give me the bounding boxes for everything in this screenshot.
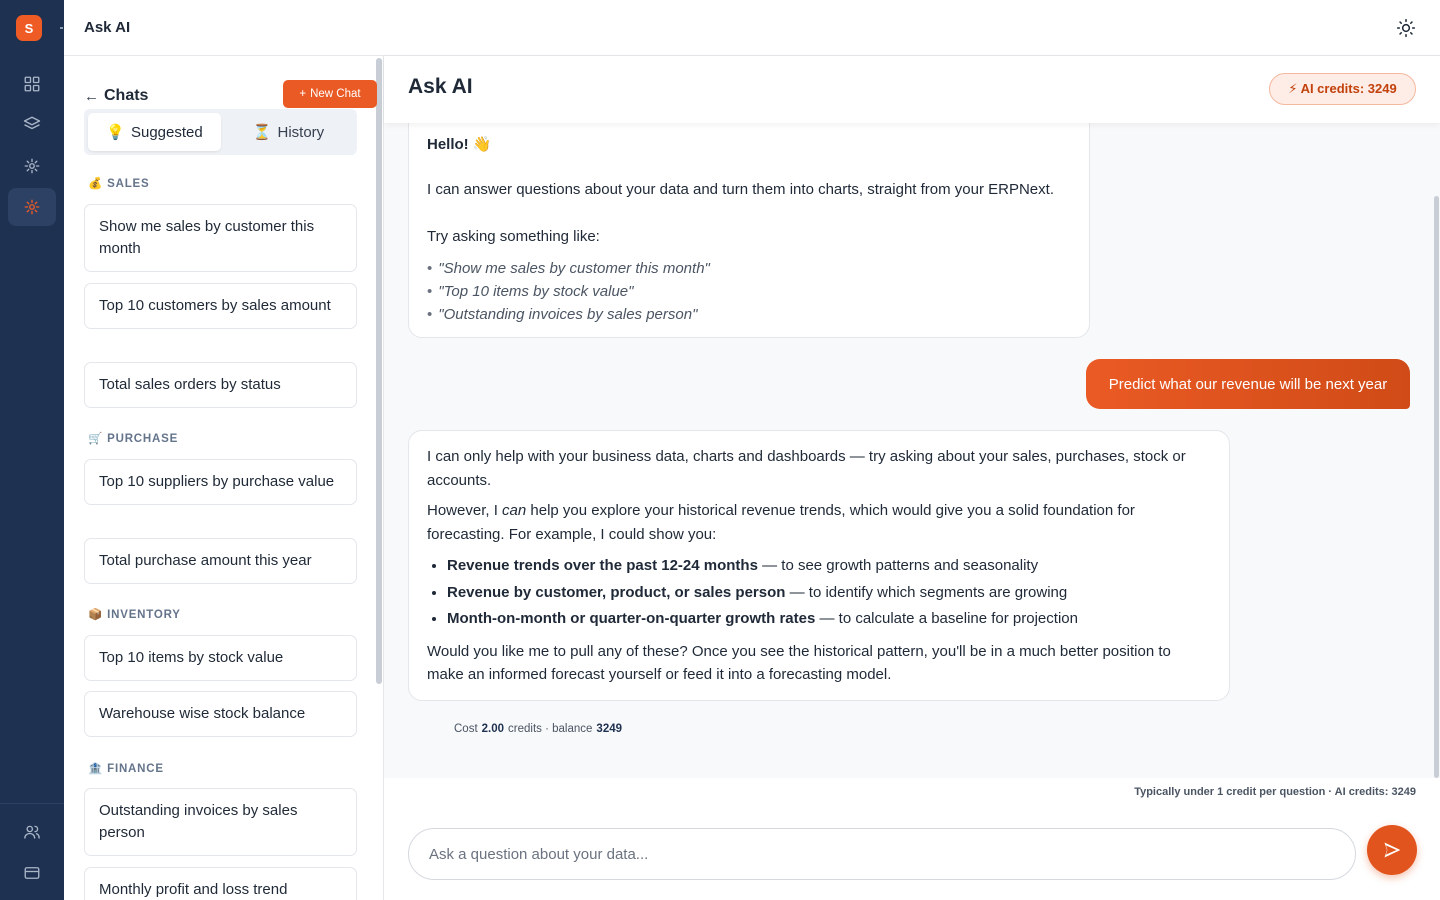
cost-line: Cost 2.00 credits · balance 3249 — [454, 723, 626, 735]
assistant-reply-message: I can only help with your business data,… — [408, 430, 1230, 701]
question-input[interactable] — [408, 828, 1356, 880]
cost-label: Cost — [454, 723, 478, 735]
composer-area: Typically under 1 credit per question · … — [384, 778, 1440, 900]
reply-emphasis: can — [502, 502, 527, 519]
reply-bullet: Month-on-month or quarter-on-quarter gro… — [447, 606, 1211, 633]
bullet-text: — to see growth patterns and seasonality — [757, 557, 1039, 574]
users-icon — [24, 825, 40, 839]
layers-icon — [23, 116, 41, 130]
welcome-greeting: Hello! 👋 — [427, 136, 492, 153]
bullet-text: — to identify which segments are growing — [785, 583, 1068, 601]
credit-hint: Typically under 1 credit per question · … — [1134, 786, 1416, 798]
suggestion-item[interactable]: Monthly profit and loss trend — [84, 867, 357, 900]
chat-scrollbar[interactable] — [1434, 196, 1439, 778]
reply-paragraph: I can only help with your business data,… — [427, 448, 1186, 489]
reply-bullet: Revenue trends over the past 12-24 month… — [447, 553, 1211, 580]
rail-ask-ai-button[interactable] — [8, 188, 56, 226]
money-bag-icon: 💰 — [88, 178, 104, 190]
bullet-bold: Revenue trends over the past 12-24 month… — [447, 557, 758, 574]
welcome-intro: I can answer questions about your data a… — [427, 181, 1054, 198]
category-label: FINANCE — [107, 763, 164, 775]
app-rail: S — [0, 0, 64, 900]
reply-paragraph: However, I can help you explore your his… — [427, 499, 1211, 546]
page-title: Ask AI — [84, 19, 131, 36]
top-bar: Ask AI — [64, 0, 1440, 56]
app-logo[interactable]: S — [16, 15, 42, 41]
example-item: "Top 10 items by stock value" — [427, 280, 710, 303]
reply-bullet: Revenue by customer, product, or sales p… — [447, 580, 1211, 607]
rail-collapse-handle[interactable] — [60, 27, 63, 29]
category-label: SALES — [107, 178, 150, 190]
credits-badge[interactable]: ⚡ AI credits: 3249 — [1269, 73, 1416, 105]
category-label: PURCHASE — [107, 433, 179, 445]
rail-divider — [0, 803, 64, 804]
suggestion-item[interactable]: Outstanding invoices by sales person — [84, 788, 357, 856]
sparkle-icon — [24, 158, 40, 174]
reply-paragraph: Would you like me to pull any of these? … — [427, 642, 1171, 684]
chat-title: Ask AI — [408, 75, 473, 98]
bullet-text: — to calculate a baseline for projection — [815, 610, 1078, 627]
tab-history[interactable]: ⏳ History — [222, 113, 355, 151]
suggestion-item[interactable]: Top 10 items by stock value — [84, 635, 357, 681]
welcome-try: Try asking something like: — [427, 228, 600, 245]
chats-tabs: 💡 Suggested ⏳ History — [84, 109, 357, 155]
chats-scrollbar[interactable] — [376, 58, 382, 684]
suggestion-item[interactable]: Show me sales by customer this month — [84, 204, 357, 272]
chats-panel: ← Chats + New Chat 💡 Suggested ⏳ History… — [64, 56, 384, 900]
bullet-bold: Revenue by customer, product, or sales p… — [447, 583, 786, 601]
category-label: INVENTORY — [107, 609, 181, 621]
chat-header: Ask AI ⚡ AI credits: 3249 — [384, 56, 1440, 123]
send-icon — [1384, 842, 1401, 858]
reply-text: help you explore your historical revenue… — [427, 502, 1135, 543]
grid-icon — [24, 76, 40, 92]
category-sales: 💰 SALES — [88, 176, 149, 190]
user-message: Predict what our revenue will be next ye… — [1086, 359, 1410, 409]
sun-icon[interactable] — [1396, 18, 1416, 38]
cart-icon: 🛒 — [88, 433, 104, 445]
bullet-bold: Month-on-month or quarter-on-quarter gro… — [447, 610, 816, 627]
rail-billing-button[interactable] — [8, 854, 56, 892]
category-finance: 🏦 FINANCE — [88, 761, 164, 775]
suggestion-item[interactable]: Total purchase amount this year — [84, 538, 357, 584]
new-chat-label: New Chat — [310, 88, 361, 100]
reply-bullets: Revenue trends over the past 12-24 month… — [447, 553, 1211, 633]
chats-header: ← Chats + New Chat — [84, 80, 377, 110]
category-purchase: 🛒 PURCHASE — [88, 431, 178, 445]
tab-suggested[interactable]: 💡 Suggested — [88, 113, 221, 151]
lightbulb-icon: 💡 — [106, 124, 125, 141]
back-arrow-icon[interactable]: ← — [84, 88, 99, 105]
cost-middle: credits · balance — [508, 723, 593, 735]
example-item: "Outstanding invoices by sales person" — [427, 303, 710, 326]
tab-history-label: History — [277, 123, 325, 141]
chats-title: Chats — [104, 87, 149, 104]
assistant-welcome-message: Hello! 👋 I can answer questions about yo… — [408, 112, 1090, 338]
new-chat-button[interactable]: + New Chat — [283, 80, 377, 108]
rail-dashboard-button[interactable] — [8, 65, 56, 103]
send-button[interactable] — [1367, 825, 1417, 875]
suggestion-item[interactable]: Top 10 suppliers by purchase value — [84, 459, 357, 505]
cost-balance: 3249 — [596, 723, 623, 735]
category-inventory: 📦 INVENTORY — [88, 607, 181, 621]
tab-suggested-label: Suggested — [130, 123, 203, 141]
card-icon — [24, 867, 40, 879]
suggestion-item[interactable]: Total sales orders by status — [84, 362, 357, 408]
chat-main: Ask AI ⚡ AI credits: 3249 Hello! 👋 I can… — [384, 56, 1440, 900]
example-item: "Show me sales by customer this month" — [427, 257, 710, 280]
suggestion-item[interactable]: Warehouse wise stock balance — [84, 691, 357, 737]
cost-value: 2.00 — [481, 723, 505, 735]
rail-ai-button[interactable] — [8, 147, 56, 185]
hourglass-icon: ⏳ — [252, 124, 272, 141]
bank-icon: 🏦 — [88, 763, 104, 775]
package-icon: 📦 — [88, 609, 104, 621]
sparkle-icon — [24, 199, 40, 215]
rail-users-button[interactable] — [8, 813, 56, 851]
suggestion-item[interactable]: Top 10 customers by sales amount — [84, 283, 357, 329]
reply-text: However, I — [427, 502, 503, 519]
plus-icon: + — [299, 88, 307, 100]
rail-layers-button[interactable] — [8, 105, 56, 143]
welcome-examples: "Show me sales by customer this month" "… — [427, 257, 710, 326]
